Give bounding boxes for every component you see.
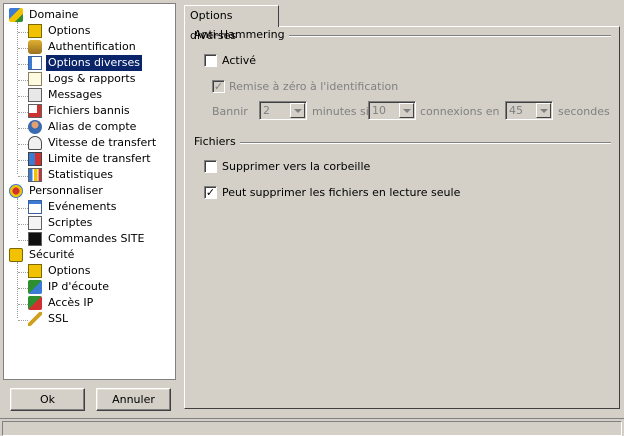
seconds-value: 45 [509,104,523,117]
tree-label: Domaine [29,8,79,21]
active-checkbox[interactable] [204,54,217,67]
tree-label: Messages [48,88,102,101]
tree-label: Options diverses [46,55,143,71]
tree-label: Fichiers bannis [48,104,130,117]
tree-label: Personnaliser [29,184,103,197]
group-divider [233,142,611,144]
readonly-label: Peut supprimer les fichiers en lecture s… [222,186,461,199]
user-alias-icon [28,120,42,134]
connections-select[interactable]: 10 [368,101,416,120]
tab-options-diverses[interactable]: Options diverses [184,5,279,42]
network-ip-icon [28,280,42,294]
recycle-checkbox[interactable] [204,160,217,173]
message-icon [28,88,42,102]
reset-label: Remise à zéro à l'identification [229,80,399,93]
tree-label: Accès IP [48,296,94,309]
options-icon [28,264,42,278]
log-icon [28,72,42,86]
script-icon [28,216,42,230]
misc-options-icon [28,56,42,70]
tree-label: Logs & rapports [48,72,136,85]
chevron-down-icon[interactable] [290,103,305,118]
tree-label: Commandes SITE [48,232,145,245]
ip-access-icon [28,296,42,310]
files-title: Fichiers [194,135,240,148]
seconds-select[interactable]: 45 [505,101,553,120]
banned-file-icon [28,104,42,118]
tree-label: SSL [48,312,69,325]
group-divider [275,35,611,37]
customize-icon [9,184,23,198]
tree-label: Statistiques [48,168,113,181]
speedometer-icon [28,136,42,150]
seconds-label: secondes [558,105,610,118]
events-icon [28,200,42,214]
tree-label: Alias de compte [48,120,137,133]
cancel-button[interactable]: Annuler [96,388,171,411]
readonly-checkbox[interactable]: ✓ [204,186,217,199]
chevron-down-icon[interactable] [536,103,551,118]
tree-label: IP d'écoute [48,280,109,293]
reset-checkbox[interactable]: ✓ [212,80,225,93]
security-lock-icon [9,248,23,262]
ok-button[interactable]: Ok [10,388,85,411]
tree-label: Options [48,264,91,277]
tree-label: Sécurité [29,248,75,261]
options-panel: Anti-Hammering Activé ✓ Remise à zéro à … [184,26,620,409]
key-icon [28,312,42,326]
ban-label: Bannir [212,105,248,118]
tree-label: Vitesse de transfert [48,136,157,149]
connections-value: 10 [372,104,386,117]
options-icon [28,24,42,38]
connections-label: connexions en [420,105,500,118]
tree-label: Scriptes [48,216,93,229]
minutes-label: minutes si [312,105,369,118]
key-user-icon [28,40,42,54]
statistics-icon [28,168,42,182]
status-bar [0,418,624,436]
recycle-label: Supprimer vers la corbeille [222,160,371,173]
ban-minutes-value: 2 [263,104,270,117]
settings-tree[interactable]: Domaine Options Authentification Options… [3,3,176,380]
transfer-limit-icon [28,152,42,166]
active-label: Activé [222,54,257,67]
tree-label: Limite de transfert [48,152,151,165]
ban-minutes-select[interactable]: 2 [259,101,307,120]
tree-label: Authentification [48,40,136,53]
chevron-down-icon[interactable] [399,103,414,118]
command-prompt-icon [28,232,42,246]
domain-icon [9,8,23,22]
tree-label: Evénements [48,200,117,213]
tree-label: Options [48,24,91,37]
